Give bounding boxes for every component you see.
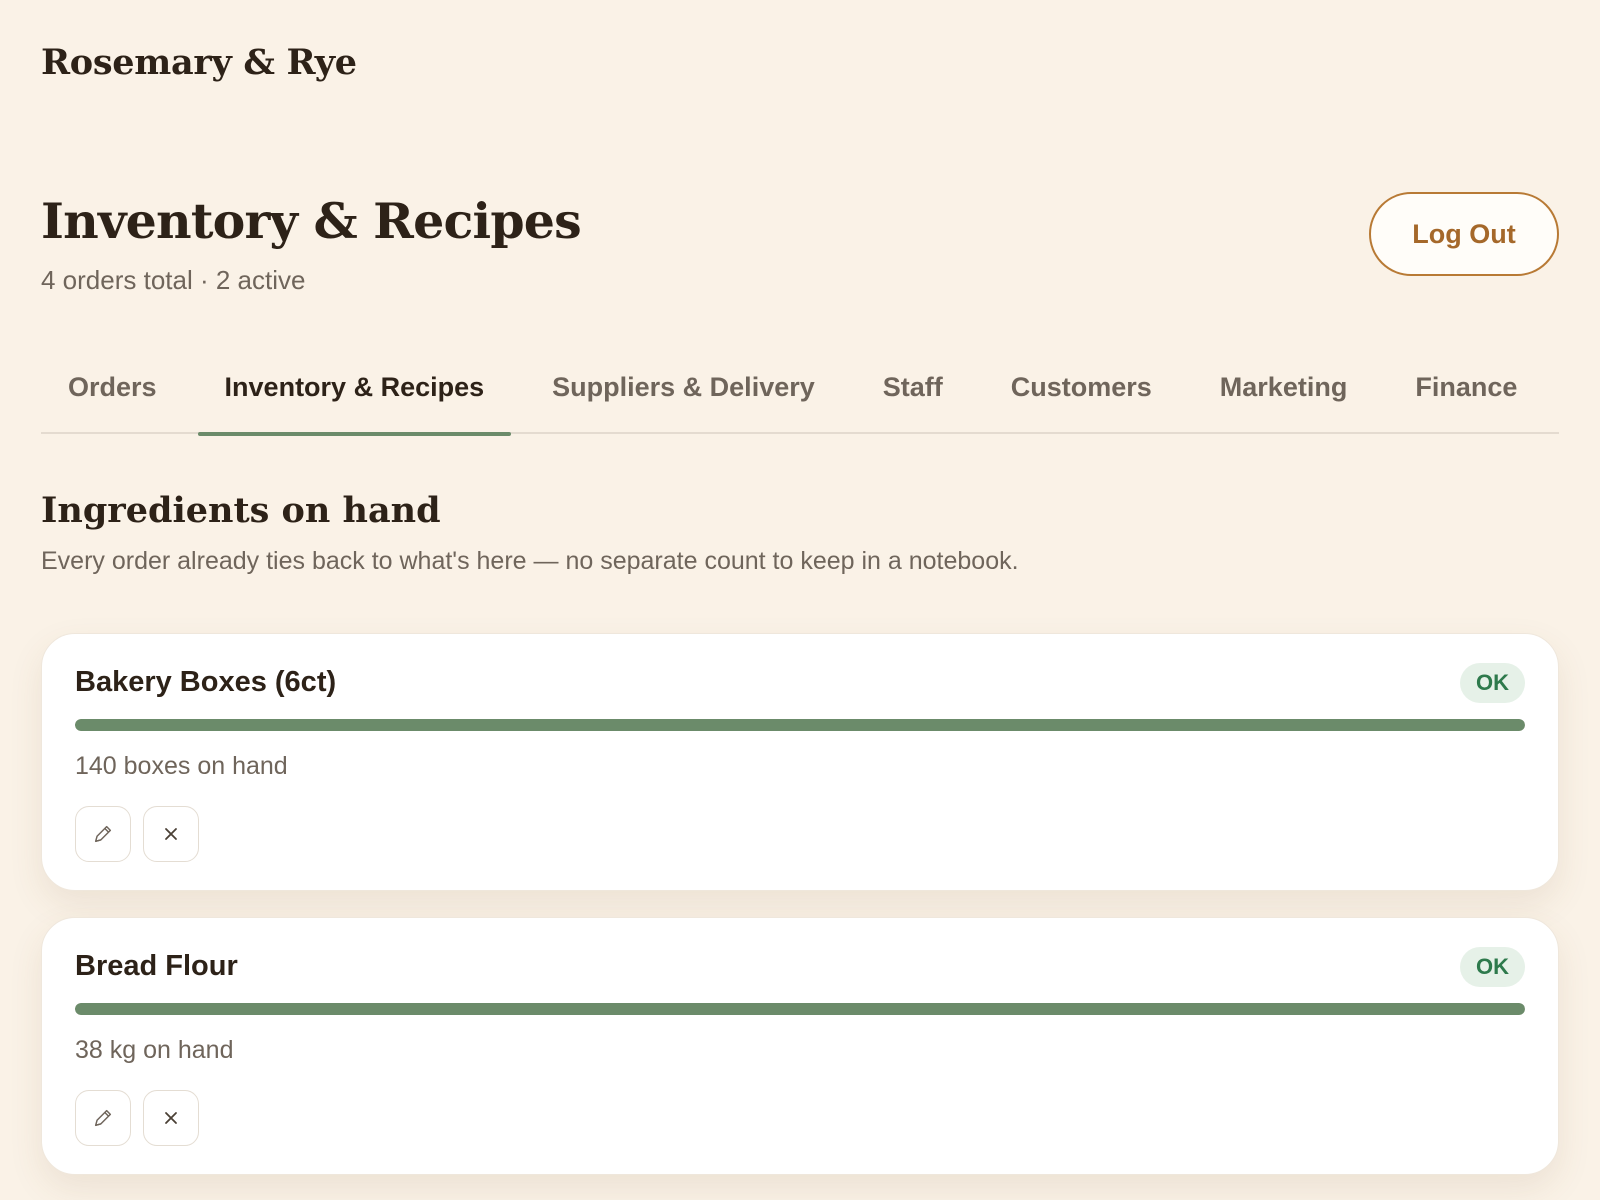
- main-tabs: Orders Inventory & Recipes Suppliers & D…: [41, 362, 1559, 436]
- stock-level-bar: [75, 719, 1525, 731]
- tab-orders[interactable]: Orders: [41, 362, 184, 434]
- pencil-icon: [92, 1107, 114, 1129]
- stock-quantity: 38 kg on hand: [75, 1036, 234, 1064]
- item-name: Bread Flour: [75, 950, 238, 982]
- section-description: Every order already ties back to what's …: [41, 547, 1019, 575]
- logout-button[interactable]: Log Out: [1369, 192, 1559, 276]
- page: Rosemary & Rye Inventory & Recipes 4 ord…: [0, 0, 1600, 1200]
- tab-inventory-recipes[interactable]: Inventory & Recipes: [197, 362, 512, 436]
- stock-level-bar: [75, 1003, 1525, 1015]
- edit-button[interactable]: [75, 806, 131, 862]
- section-title: Ingredients on hand: [41, 490, 441, 531]
- stock-quantity: 140 boxes on hand: [75, 752, 288, 780]
- remove-button[interactable]: [143, 1090, 199, 1146]
- page-subtitle: 4 orders total · 2 active: [41, 265, 306, 295]
- inventory-card: Bread Flour OK 38 kg on hand: [41, 917, 1559, 1175]
- edit-button[interactable]: [75, 1090, 131, 1146]
- page-title: Inventory & Recipes: [41, 192, 582, 250]
- close-icon: [164, 1111, 178, 1125]
- brand-logo-text: Rosemary & Rye: [41, 42, 357, 83]
- tab-finance[interactable]: Finance: [1388, 362, 1544, 434]
- tab-staff[interactable]: Staff: [856, 362, 970, 434]
- item-name: Bakery Boxes (6ct): [75, 666, 337, 698]
- status-badge: OK: [1460, 947, 1525, 987]
- status-badge: OK: [1460, 663, 1525, 703]
- stock-level-fill: [75, 1003, 1525, 1015]
- inventory-card: Bakery Boxes (6ct) OK 140 boxes on hand: [41, 633, 1559, 891]
- remove-button[interactable]: [143, 806, 199, 862]
- tab-suppliers-delivery[interactable]: Suppliers & Delivery: [525, 362, 842, 434]
- tab-marketing[interactable]: Marketing: [1193, 362, 1375, 434]
- close-icon: [164, 827, 178, 841]
- stock-level-fill: [75, 719, 1525, 731]
- tab-customers[interactable]: Customers: [984, 362, 1179, 434]
- pencil-icon: [92, 823, 114, 845]
